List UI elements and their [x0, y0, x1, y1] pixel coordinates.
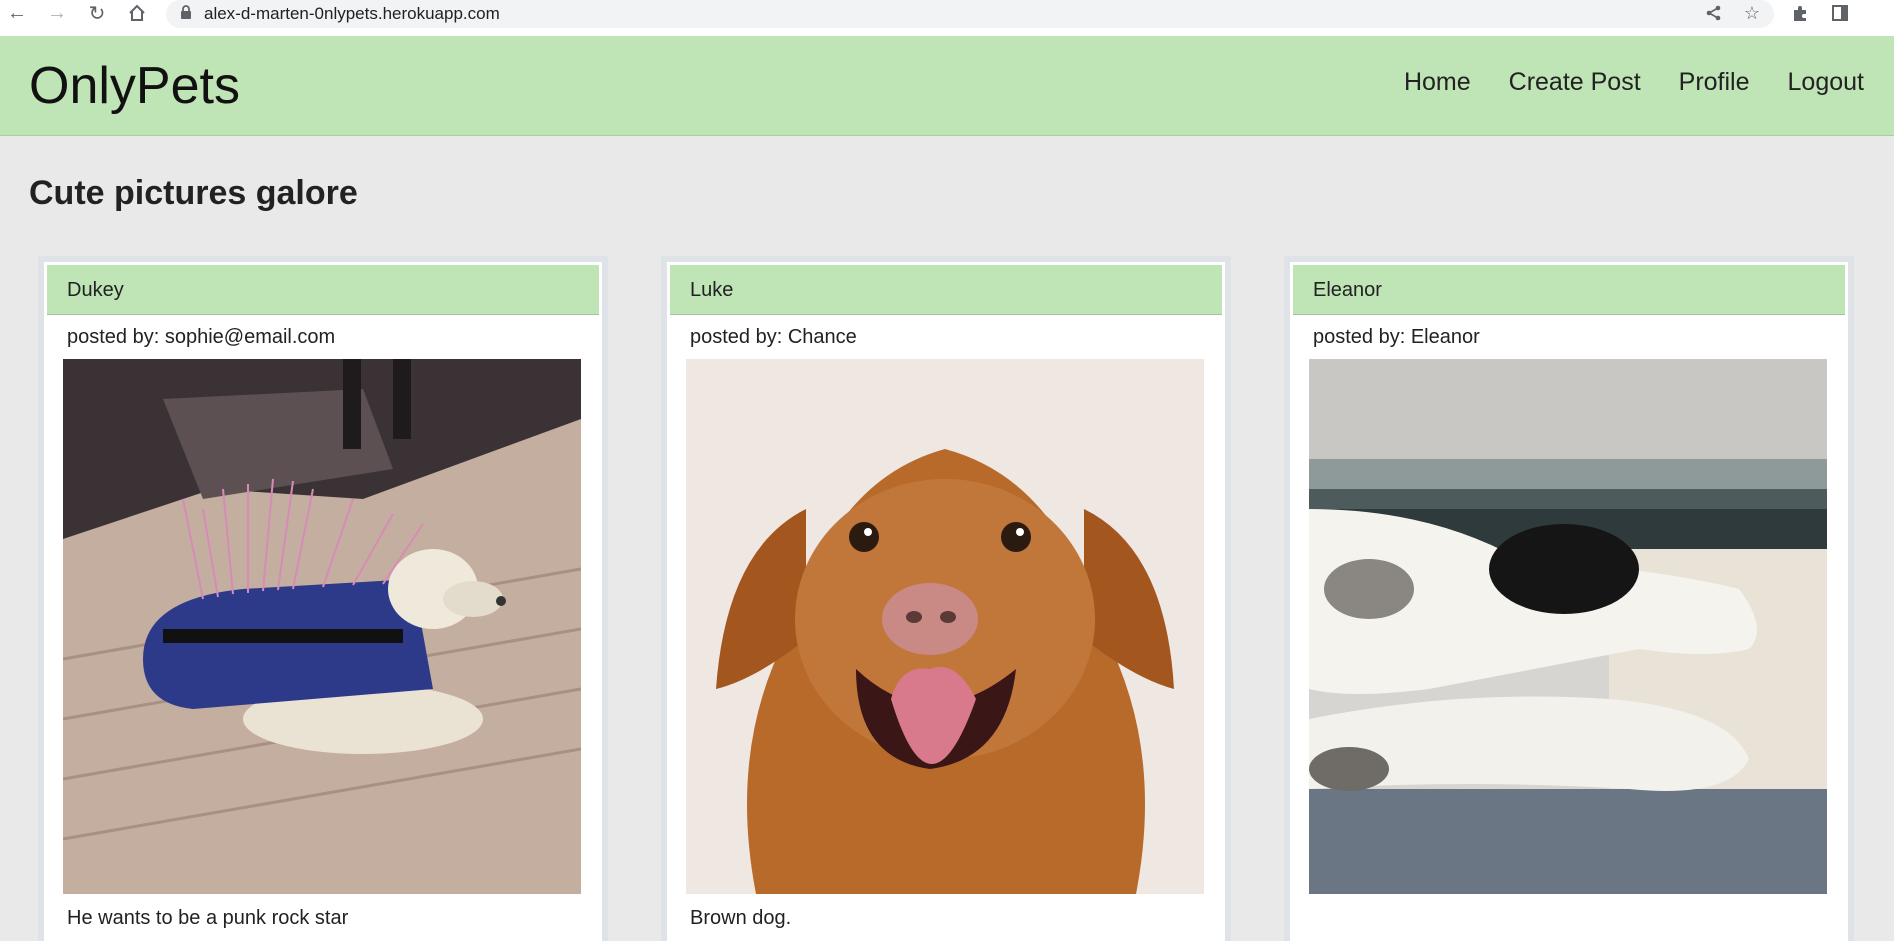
post-caption: Brown dog.: [690, 907, 792, 929]
home-icon[interactable]: [124, 0, 150, 26]
back-arrow-icon[interactable]: ←: [4, 0, 30, 26]
post-card: Dukey posted by: sophie@email.com He wan…: [38, 256, 608, 941]
puzzle-icon[interactable]: [1786, 0, 1814, 26]
post-card: Eleanor posted by: Eleanor: [1284, 256, 1854, 941]
nav-home[interactable]: Home: [1404, 68, 1471, 97]
reload-icon[interactable]: ↻: [84, 0, 110, 26]
nav-logout[interactable]: Logout: [1788, 68, 1864, 97]
browser-toolbar: ← → ↻ alex-d-marten-0nlypets.herokuapp.c…: [0, 0, 1894, 36]
post-image: [1309, 359, 1827, 894]
nav-profile[interactable]: Profile: [1679, 68, 1750, 97]
post-pet-name: Eleanor: [1313, 279, 1382, 301]
site-header: OnlyPets Home Create Post Profile Logout: [0, 36, 1894, 136]
post-header: Eleanor: [1293, 265, 1845, 315]
side-panel-icon[interactable]: [1826, 0, 1854, 26]
nav-create-post[interactable]: Create Post: [1509, 68, 1641, 97]
post-author: posted by: sophie@email.com: [67, 326, 336, 348]
post-header: Dukey: [47, 265, 599, 315]
page-title: Cute pictures galore: [29, 174, 358, 212]
post-image: [63, 359, 581, 894]
share-icon[interactable]: [1700, 0, 1728, 26]
address-bar[interactable]: alex-d-marten-0nlypets.herokuapp.com: [166, 0, 1774, 28]
star-icon[interactable]: ☆: [1738, 0, 1766, 26]
post-caption: He wants to be a punk rock star: [67, 907, 349, 929]
post-author: posted by: Eleanor: [1313, 326, 1480, 348]
post-header: Luke: [670, 265, 1222, 315]
lock-icon: [180, 4, 192, 24]
post-image: [686, 359, 1204, 894]
brand-logo[interactable]: OnlyPets: [29, 56, 240, 116]
post-author: posted by: Chance: [690, 326, 857, 348]
forward-arrow-icon[interactable]: →: [44, 0, 70, 26]
post-card: Luke posted by: Chance Brown dog.: [661, 256, 1231, 941]
url-text: alex-d-marten-0nlypets.herokuapp.com: [204, 4, 500, 23]
post-pet-name: Luke: [690, 279, 734, 301]
post-pet-name: Dukey: [67, 279, 124, 301]
main-nav: Home Create Post Profile Logout: [1404, 68, 1864, 97]
